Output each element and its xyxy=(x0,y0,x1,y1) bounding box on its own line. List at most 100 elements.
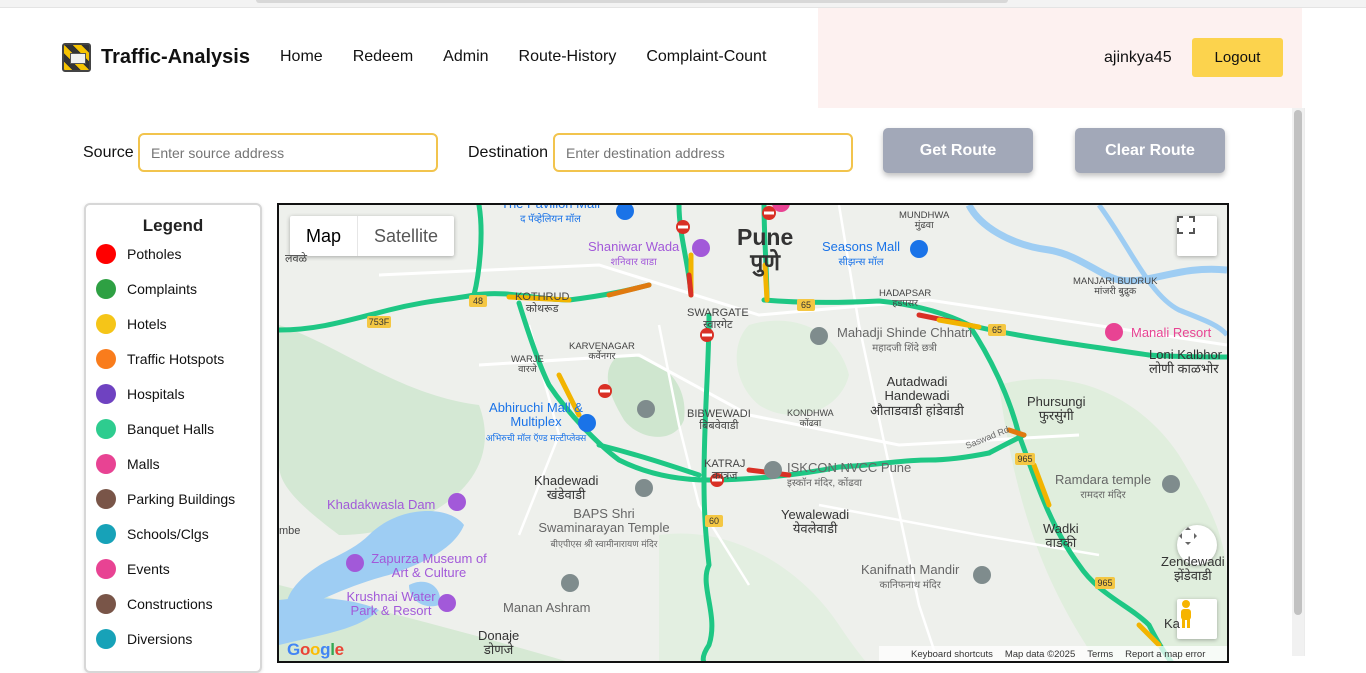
clear-route-button[interactable]: Clear Route xyxy=(1075,128,1225,173)
legend-item-complaints: Complaints xyxy=(96,279,197,299)
legend-dot xyxy=(96,244,116,264)
map-type-map-button[interactable]: Map xyxy=(290,216,357,256)
poi-ramdara-temple[interactable]: Ramdara temple रामदरा मंदिर xyxy=(1055,472,1151,502)
legend-item-diversions: Diversions xyxy=(96,629,192,649)
label-kothrud: KOTHRUD कोथरूड xyxy=(515,291,570,316)
legend-dot xyxy=(96,489,116,509)
svg-text:965: 965 xyxy=(1097,578,1112,588)
fullscreen-icon[interactable] xyxy=(1177,216,1217,256)
browser-tab-bar xyxy=(256,0,1008,3)
nav-route-history[interactable]: Route-History xyxy=(519,48,617,66)
map-footer: Keyboard shortcuts Map data ©2025 Terms … xyxy=(879,646,1227,661)
browser-top-strip xyxy=(0,0,1366,8)
map-type-control: Map Satellite xyxy=(290,216,455,256)
legend-item-parking-buildings: Parking Buildings xyxy=(96,489,235,509)
scrollbar-thumb[interactable] xyxy=(1294,110,1302,615)
label-phursungi: Phursungi फुरसुंगी xyxy=(1027,394,1086,424)
label-swargate: SWARGATE स्वारगेट xyxy=(687,307,749,332)
legend-label: Parking Buildings xyxy=(127,491,236,507)
label-bibwewadi: BIBWEWADI बिबवेवाडी xyxy=(687,408,751,433)
legend-dot xyxy=(96,559,116,579)
street-view-pegman-icon[interactable] xyxy=(1177,599,1217,639)
label-pune: Pune पुणे xyxy=(737,224,794,276)
legend-item-hotels: Hotels xyxy=(96,314,167,334)
poi-zapurza-museum[interactable]: Zapurza Museum of Art & Culture xyxy=(369,551,489,581)
legend-label: Hospitals xyxy=(127,386,185,402)
legend-dot xyxy=(96,594,116,614)
nav-admin[interactable]: Admin xyxy=(443,48,488,66)
source-input[interactable] xyxy=(138,133,438,172)
legend-dot xyxy=(96,419,116,439)
label-karvenagar: KARVENAGAR कर्वेनगर xyxy=(569,341,635,363)
brand[interactable]: Traffic-Analysis xyxy=(62,43,250,72)
navbar: Traffic-Analysis Home Redeem Admin Route… xyxy=(0,8,1300,108)
map-data-text: Map data ©2025 xyxy=(1004,648,1076,660)
poi-abhiruchi-mall[interactable]: Abhiruchi Mall & Multiplex अभिरुची मॉल ऍण… xyxy=(484,400,588,444)
legend-label: Traffic Hotspots xyxy=(127,351,225,367)
page-right-gutter xyxy=(1304,108,1366,656)
logout-button[interactable]: Logout xyxy=(1192,38,1283,77)
legend-item-banquet-halls: Banquet Halls xyxy=(96,419,214,439)
legend-item-events: Events xyxy=(96,559,170,579)
poi-kanifnath-mandir[interactable]: Kanifnath Mandir कानिफनाथ मंदिर xyxy=(861,562,959,592)
svg-text:965: 965 xyxy=(1017,454,1032,464)
nav-links: Home Redeem Admin Route-History Complain… xyxy=(280,48,766,66)
username: ajinkya45 xyxy=(1104,49,1172,66)
destination-label: Destination xyxy=(468,144,549,161)
map-canvas[interactable]: 48 753F 65 65 965 965 60 Saswad Rd Map S… xyxy=(277,203,1229,663)
legend-dot xyxy=(96,349,116,369)
poi-shaniwar-wada[interactable]: Shaniwar Wada शनिवार वाडा xyxy=(588,239,679,269)
label-hadapsar: HADAPSAR हडपसर xyxy=(879,288,932,310)
map-type-satellite-button[interactable]: Satellite xyxy=(357,216,454,256)
legend-label: Constructions xyxy=(127,596,213,612)
legend-item-schools: Schools/Clgs xyxy=(96,524,209,544)
source-label: Source xyxy=(83,144,134,161)
label-autadwadi: Autadwadi Handewadi औताडवाडी हांडेवाडी xyxy=(870,374,964,418)
legend-item-hospitals: Hospitals xyxy=(96,384,185,404)
poi-manali-resort[interactable]: Manali Resort xyxy=(1131,325,1211,340)
label-wadki: Wadki वाडकी xyxy=(1043,521,1079,551)
poi-baps-temple[interactable]: BAPS Shri Swaminarayan Temple बीएपीएस श्र… xyxy=(532,506,676,550)
legend-item-potholes: Potholes xyxy=(96,244,181,264)
legend-label: Hotels xyxy=(127,316,167,332)
terms-link[interactable]: Terms xyxy=(1087,649,1113,660)
report-map-error-link[interactable]: Report a map error xyxy=(1125,649,1205,660)
keyboard-shortcuts-link[interactable]: Keyboard shortcuts xyxy=(911,649,993,660)
legend-item-malls: Malls xyxy=(96,454,160,474)
legend-label: Malls xyxy=(127,456,160,472)
traffic-barrier-icon xyxy=(62,43,91,72)
destination-input[interactable] xyxy=(553,133,853,172)
poi-seasons-mall[interactable]: Seasons Mall सीझन्स मॉल xyxy=(822,239,900,269)
poi-iskcon[interactable]: ISKCON NVCC Pune इस्कॉन मंदिर, कोंढवा xyxy=(787,460,911,490)
legend-label: Diversions xyxy=(127,631,193,647)
poi-khadakwasla-dam[interactable]: Khadakwasla Dam xyxy=(327,497,435,512)
get-route-button[interactable]: Get Route xyxy=(883,128,1033,173)
nav-redeem[interactable]: Redeem xyxy=(353,48,413,66)
nav-home[interactable]: Home xyxy=(280,48,323,66)
poi-krushnai-water-park[interactable]: Krushnai Water Park & Resort xyxy=(341,589,441,619)
legend-dot xyxy=(96,279,116,299)
label-yewalewadi: Yewalewadi येवलेवाडी xyxy=(781,507,850,537)
label-kalbhor-partial: Ka xyxy=(1164,616,1180,631)
svg-text:65: 65 xyxy=(801,300,811,310)
nav-complaint-count[interactable]: Complaint-Count xyxy=(646,48,766,66)
poi-manan-ashram[interactable]: Manan Ashram xyxy=(503,600,590,615)
label-manjari: MANJARI BUDRUK मांजरी बुद्रुक xyxy=(1073,276,1158,298)
legend-dot xyxy=(96,524,116,544)
label-zendewadi: Zendewadi झेंडेवाडी xyxy=(1161,554,1225,584)
legend-dot xyxy=(96,384,116,404)
poi-mahadji-shinde[interactable]: Mahadji Shinde Chhatri महादजी शिंदे छत्री xyxy=(837,325,972,355)
svg-text:48: 48 xyxy=(473,296,483,306)
legend-panel: Legend Potholes Complaints Hotels Traffi… xyxy=(84,203,262,673)
legend-dot xyxy=(96,314,116,334)
label-mundhwa: MUNDHWA मुंढवा xyxy=(899,210,950,232)
label-donaje: Donaje डोणजे xyxy=(478,628,520,658)
poi-pavilion-mall[interactable]: The Pavilion Mall द पॅव्हेलियन मॉल xyxy=(501,205,600,226)
label-mbe: mbe xyxy=(279,525,301,537)
legend-label: Potholes xyxy=(127,246,182,262)
legend-item-traffic-hotspots: Traffic Hotspots xyxy=(96,349,224,369)
label-kondhwa: KONDHWA कोंढवा xyxy=(787,408,834,428)
legend-label: Events xyxy=(127,561,170,577)
label-katraj: KATRAJ कात्रज xyxy=(704,458,746,483)
legend-title: Legend xyxy=(142,216,204,235)
